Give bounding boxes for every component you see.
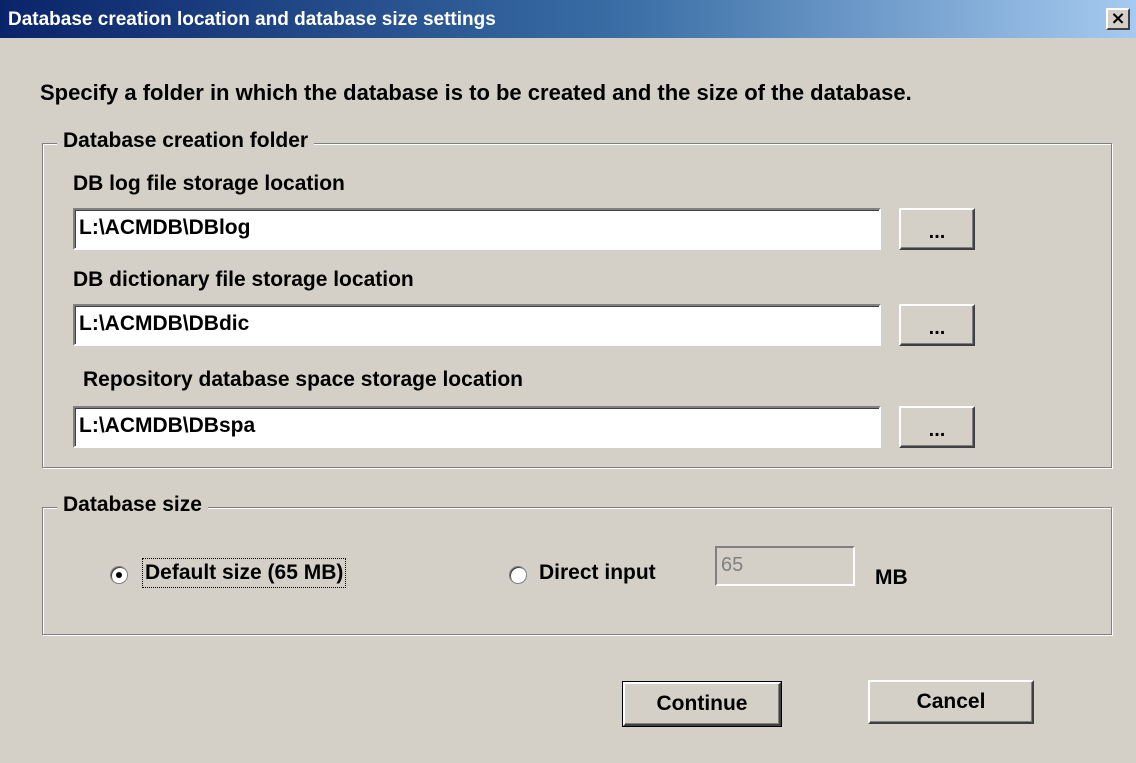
repository-space-browse-button[interactable]: ... xyxy=(899,406,975,448)
repository-space-label: Repository database space storage locati… xyxy=(83,368,523,391)
direct-input-label[interactable]: Direct input xyxy=(539,561,656,585)
dialog-window: Database creation location and database … xyxy=(0,0,1136,763)
group-legend-creation-folder: Database creation folder xyxy=(57,129,315,153)
db-log-label: DB log file storage location xyxy=(73,172,345,195)
title-bar[interactable]: Database creation location and database … xyxy=(0,0,1136,38)
size-unit-label: MB xyxy=(875,566,908,589)
repository-space-location-input[interactable]: L:\ACMDB\DBspa xyxy=(73,406,881,448)
window-title: Database creation location and database … xyxy=(8,9,496,30)
database-creation-folder-group: Database creation folder DB log file sto… xyxy=(42,129,1112,468)
default-size-radio[interactable] xyxy=(110,566,128,584)
default-size-label[interactable]: Default size (65 MB) xyxy=(141,558,347,588)
db-log-browse-button[interactable]: ... xyxy=(899,208,975,250)
db-dictionary-browse-button[interactable]: ... xyxy=(899,304,975,346)
direct-input-radio[interactable] xyxy=(509,566,527,584)
close-button[interactable]: × xyxy=(1106,8,1130,30)
direct-input-size-field[interactable]: 65 xyxy=(715,546,855,586)
radio-selected-dot xyxy=(116,572,122,578)
instruction-text: Specify a folder in which the database i… xyxy=(40,80,912,105)
database-size-group: Database size Default size (65 MB) Direc… xyxy=(42,493,1112,635)
close-icon: × xyxy=(1110,8,1126,29)
db-log-location-input[interactable]: L:\ACMDB\DBlog xyxy=(73,208,881,250)
db-dictionary-location-input[interactable]: L:\ACMDB\DBdic xyxy=(73,304,881,346)
group-legend-database-size: Database size xyxy=(57,493,208,517)
continue-button[interactable]: Continue xyxy=(622,681,782,727)
cancel-button[interactable]: Cancel xyxy=(868,680,1034,724)
db-dictionary-label: DB dictionary file storage location xyxy=(73,268,414,291)
